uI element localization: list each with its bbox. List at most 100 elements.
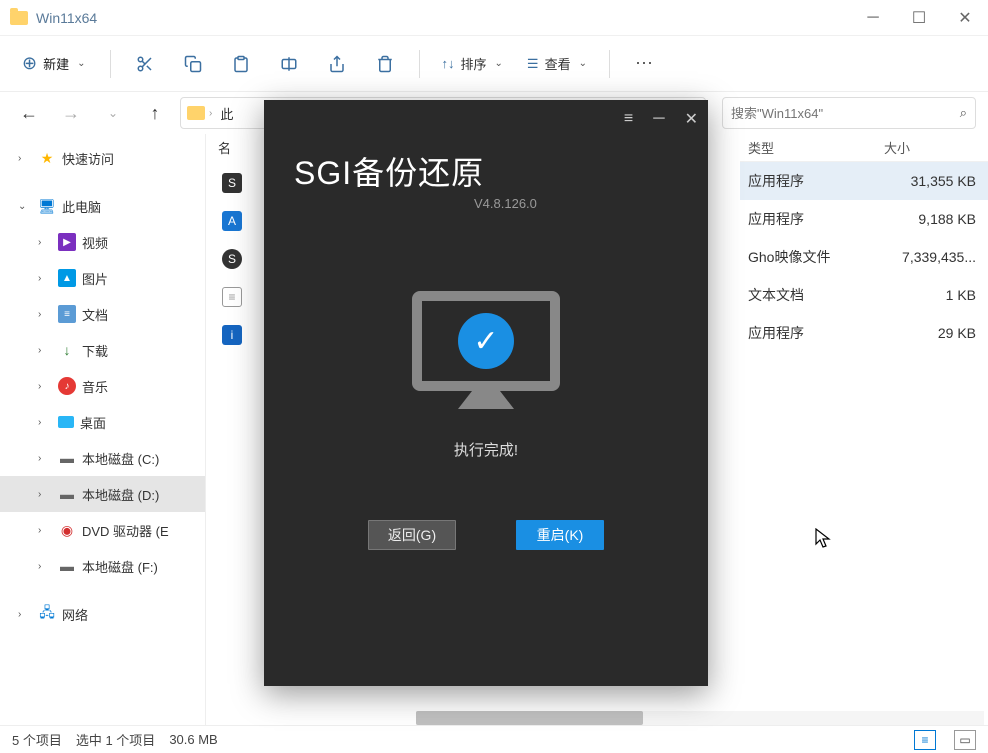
search-icon[interactable]: ⌕ bbox=[960, 105, 967, 121]
restart-button[interactable]: 重启(K) bbox=[516, 520, 604, 550]
column-header-size[interactable]: 大小 bbox=[880, 138, 988, 157]
file-row-icon[interactable]: A bbox=[220, 202, 244, 240]
file-row-icon[interactable]: S bbox=[220, 240, 244, 278]
paste-button[interactable] bbox=[221, 44, 261, 84]
chevron-right-icon[interactable]: › bbox=[38, 273, 52, 284]
sidebar-item-label: 网络 bbox=[62, 605, 88, 624]
sidebar-item-dvd[interactable]: › ◉ DVD 驱动器 (E bbox=[0, 512, 205, 548]
thumbnails-view-button[interactable]: ▭ bbox=[954, 730, 976, 750]
chevron-down-icon[interactable]: ⌄ bbox=[18, 201, 32, 212]
toolbar: ⊕ 新建 ⌄ ↑↓ 排序 ⌄ ☰ 查看 ⌄ ⋯ bbox=[0, 36, 988, 92]
sidebar-item-label: 本地磁盘 (D:) bbox=[82, 485, 159, 504]
horizontal-scrollbar[interactable] bbox=[416, 711, 984, 725]
sgi-dialog: ≡ ─ ✕ SGI备份还原 V4.8.126.0 ✓ 执行完成! 返回(G) 重… bbox=[264, 100, 708, 686]
table-row[interactable]: 文本文档 1 KB bbox=[740, 276, 988, 314]
chevron-down-icon: ⌄ bbox=[579, 58, 587, 69]
up-button[interactable]: ↑ bbox=[138, 96, 172, 130]
chevron-right-icon[interactable]: › bbox=[38, 417, 52, 428]
sidebar-item-downloads[interactable]: › ↓ 下载 bbox=[0, 332, 205, 368]
minimize-button[interactable]: ─ bbox=[850, 0, 896, 35]
details-view-button[interactable]: ≡ bbox=[914, 730, 936, 750]
sidebar-item-label: 下载 bbox=[82, 341, 108, 360]
monitor-icon: ✓ bbox=[412, 291, 560, 391]
sort-icon: ↑↓ bbox=[442, 56, 455, 71]
sidebar-item-videos[interactable]: › ▶ 视频 bbox=[0, 224, 205, 260]
chevron-right-icon[interactable]: › bbox=[38, 345, 52, 356]
dvd-icon: ◉ bbox=[58, 521, 76, 539]
sidebar-item-desktop[interactable]: › 桌面 bbox=[0, 404, 205, 440]
table-row[interactable]: 应用程序 31,355 KB bbox=[740, 162, 988, 200]
rename-button[interactable] bbox=[269, 44, 309, 84]
sidebar-item-this-pc[interactable]: ⌄ 🖥 此电脑 bbox=[0, 188, 205, 224]
folder-icon bbox=[187, 106, 205, 120]
sidebar-item-disk-f[interactable]: › ▬ 本地磁盘 (F:) bbox=[0, 548, 205, 584]
app-version: V4.8.126.0 bbox=[474, 196, 678, 211]
delete-button[interactable] bbox=[365, 44, 405, 84]
file-row-icon[interactable]: ≡ bbox=[220, 278, 244, 316]
table-row[interactable]: 应用程序 9,188 KB bbox=[740, 200, 988, 238]
file-columns-right: 类型 大小 应用程序 31,355 KB 应用程序 9,188 KB Gho映像… bbox=[740, 134, 988, 352]
desktop-icon bbox=[58, 416, 74, 428]
chevron-right-icon[interactable]: › bbox=[38, 309, 52, 320]
scrollbar-thumb[interactable] bbox=[416, 711, 643, 725]
file-size: 9,188 KB bbox=[880, 211, 988, 227]
sidebar-item-label: 快速访问 bbox=[62, 149, 114, 168]
window-title: Win11x64 bbox=[36, 10, 850, 26]
separator bbox=[419, 50, 420, 78]
maximize-button[interactable]: ☐ bbox=[896, 0, 942, 35]
column-header-type[interactable]: 类型 bbox=[740, 138, 880, 157]
sidebar-item-network[interactable]: › 🖧 网络 bbox=[0, 596, 205, 632]
chevron-down-icon: ⌄ bbox=[495, 58, 503, 69]
disk-icon: ▬ bbox=[58, 557, 76, 575]
sidebar-item-quick-access[interactable]: › ★ 快速访问 bbox=[0, 140, 205, 176]
sidebar-item-disk-d[interactable]: › ▬ 本地磁盘 (D:) bbox=[0, 476, 205, 512]
sidebar-item-label: DVD 驱动器 (E bbox=[82, 521, 169, 540]
chevron-right-icon[interactable]: › bbox=[38, 453, 52, 464]
separator bbox=[609, 50, 610, 78]
chevron-right-icon[interactable]: › bbox=[18, 609, 32, 620]
back-button[interactable]: 返回(G) bbox=[368, 520, 456, 550]
file-row-icon[interactable]: i bbox=[220, 316, 244, 354]
chevron-right-icon[interactable]: › bbox=[38, 561, 52, 572]
more-button[interactable]: ⋯ bbox=[624, 44, 664, 84]
breadcrumb[interactable]: 此 bbox=[216, 102, 237, 125]
menu-icon[interactable]: ≡ bbox=[624, 110, 633, 128]
view-icon: ☰ bbox=[527, 56, 539, 72]
forward-button[interactable]: → bbox=[54, 96, 88, 130]
table-row[interactable]: 应用程序 29 KB bbox=[740, 314, 988, 352]
new-button[interactable]: ⊕ 新建 ⌄ bbox=[12, 47, 96, 80]
sort-button[interactable]: ↑↓ 排序 ⌄ bbox=[434, 48, 511, 79]
chevron-right-icon[interactable]: › bbox=[38, 489, 52, 500]
chevron-right-icon[interactable]: › bbox=[38, 381, 52, 392]
close-button[interactable]: ✕ bbox=[685, 109, 698, 129]
file-row-icon[interactable]: S bbox=[220, 164, 244, 202]
sidebar-item-label: 图片 bbox=[82, 269, 108, 288]
cut-button[interactable] bbox=[125, 44, 165, 84]
column-header-name[interactable]: 名 bbox=[218, 138, 231, 157]
sidebar-item-disk-c[interactable]: › ▬ 本地磁盘 (C:) bbox=[0, 440, 205, 476]
chevron-right-icon[interactable]: › bbox=[38, 237, 52, 248]
pc-icon: 🖥 bbox=[38, 197, 56, 215]
sidebar-item-documents[interactable]: › ≡ 文档 bbox=[0, 296, 205, 332]
sidebar-item-music[interactable]: › ♪ 音乐 bbox=[0, 368, 205, 404]
sidebar-item-pictures[interactable]: › ▲ 图片 bbox=[0, 260, 205, 296]
search-box[interactable]: ⌕ bbox=[722, 97, 976, 129]
search-input[interactable] bbox=[731, 106, 960, 121]
new-label: 新建 bbox=[43, 54, 69, 73]
copy-button[interactable] bbox=[173, 44, 213, 84]
table-row[interactable]: Gho映像文件 7,339,435... bbox=[740, 238, 988, 276]
share-button[interactable] bbox=[317, 44, 357, 84]
recent-chevron[interactable]: ⌄ bbox=[96, 96, 130, 130]
window-titlebar: Win11x64 ─ ☐ ✕ bbox=[0, 0, 988, 36]
selection-size: 30.6 MB bbox=[169, 732, 217, 747]
minimize-button[interactable]: ─ bbox=[653, 110, 664, 128]
video-icon: ▶ bbox=[58, 233, 76, 251]
chevron-right-icon[interactable]: › bbox=[38, 525, 52, 536]
view-label: 查看 bbox=[545, 54, 571, 73]
view-button[interactable]: ☰ 查看 ⌄ bbox=[519, 48, 595, 79]
chevron-right-icon: › bbox=[209, 108, 212, 119]
chevron-right-icon[interactable]: › bbox=[18, 153, 32, 164]
back-button[interactable]: ← bbox=[12, 96, 46, 130]
close-button[interactable]: ✕ bbox=[942, 0, 988, 35]
music-icon: ♪ bbox=[58, 377, 76, 395]
